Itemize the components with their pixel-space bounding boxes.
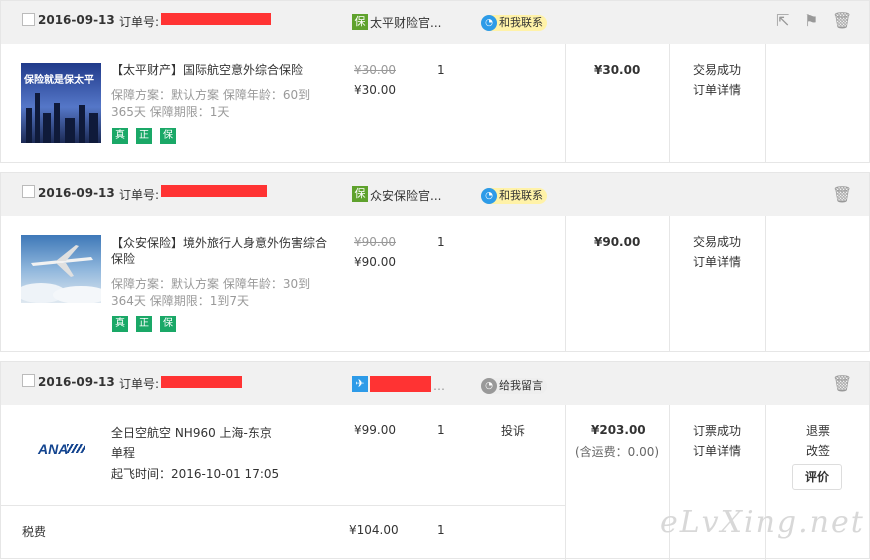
order-number-label: 订单号: [119,15,160,29]
guarantee-badge-icon: 保 [160,316,176,332]
tax-quantity: 1 [437,523,445,537]
product-meta-line: 364天 保障期限：1到7天 [111,294,249,308]
order-date: 2016-09-13 [38,13,115,27]
divider [669,216,670,351]
original-price: ¥90.00 [354,235,396,249]
divider [765,216,766,351]
genuine-badge-icon: 正 [136,128,152,144]
change-ticket-link[interactable]: 改签 [806,442,830,459]
flag-icon[interactable]: ⚑ [804,13,818,29]
shop-name-link[interactable]: 太平财险官... [370,14,441,31]
contact-label: 和我联系 [499,16,543,29]
order-checkbox[interactable] [22,374,35,387]
contact-seller-button[interactable]: ◔ 和我联系 [481,15,547,31]
city-skyline-image [26,93,98,143]
order-number-redacted [161,376,242,388]
order-detail-link[interactable]: 订单详情 [693,442,741,459]
order-number-label: 订单号: [119,377,160,391]
product-title-link[interactable]: 【太平财产】国际航空意外综合保险 [111,61,303,79]
departure-time: 起飞时间：2016-10-01 17:05 [111,467,280,481]
authentic-badge-icon: 真 [112,316,128,332]
order-number-redacted [161,13,271,25]
order-checkbox[interactable] [22,185,35,198]
total-price: ¥90.00 [594,235,641,249]
shipping-fee: (含运费：0.00) [575,445,660,459]
order-date: 2016-09-13 [38,186,115,200]
airline-shop-icon: ✈ [352,376,368,392]
flight-info-link[interactable]: 全日空航空 NH960 上海-东京 [111,424,272,442]
order-status: 订票成功 [693,424,742,438]
shop-icon: 保 [352,14,368,30]
order-date: 2016-09-13 [38,375,115,389]
quantity: 1 [437,235,445,249]
tax-price: ¥104.00 [349,523,399,537]
total-price: ¥30.00 [594,63,641,77]
unit-price: ¥99.00 [354,423,396,437]
genuine-badge-icon: 正 [136,316,152,332]
review-button[interactable]: 评价 [792,464,842,490]
contact-seller-button[interactable]: ◔ 和我联系 [481,188,547,204]
unit-price: ¥30.00 [354,83,396,97]
quantity: 1 [437,423,445,437]
shop-name-link[interactable]: 众安保险官... [370,187,441,204]
guarantee-badge-icon: 保 [160,128,176,144]
leave-message-button[interactable]: ◔ 给我留言 [481,378,547,394]
divider [565,44,566,162]
order-number-label: 订单号: [119,188,160,202]
contact-label: 和我联系 [499,189,543,202]
order-detail-link[interactable]: 订单详情 [693,253,741,270]
shop-name-ellipsis: … [433,379,445,393]
divider [669,44,670,162]
order-card: 2016-09-13 订单号: 保 众安保险官... ◔ 和我联系 🗑 【众安保… [0,172,870,352]
complaint-link[interactable]: 投诉 [501,422,525,439]
divider [565,405,566,560]
authentic-badge-icon: 真 [112,128,128,144]
product-title-link[interactable]: 【众安保险】境外旅行人身意外伤害综合 [111,234,327,252]
trash-icon[interactable]: 🗑 [832,187,852,203]
unit-price: ¥90.00 [354,255,396,269]
total-price: ¥203.00 [591,423,646,437]
site-watermark: eLvXing.net [660,505,865,540]
product-title-link[interactable]: 保险 [111,250,135,268]
message-label: 给我留言 [499,379,543,392]
product-thumbnail[interactable]: 保险就是保太平 [21,63,101,143]
chat-icon: ◔ [481,15,497,31]
tax-row-divider [1,505,565,506]
order-detail-link[interactable]: 订单详情 [693,81,741,98]
chat-icon: ◔ [481,188,497,204]
order-checkbox[interactable] [22,13,35,26]
order-status: 交易成功 [693,235,742,249]
divider [565,216,566,351]
trash-icon[interactable]: 🗑 [832,13,852,29]
refund-link[interactable]: 退票 [806,422,830,439]
shop-name-redacted [370,376,431,392]
ana-logo-stripes [67,444,85,453]
quantity: 1 [437,63,445,77]
product-meta-line: 365天 保障期限：1天 [111,105,230,119]
product-thumbnail[interactable] [21,235,101,303]
divider [765,44,766,162]
ana-logo: ANA [38,441,69,457]
original-price: ¥30.00 [354,63,396,77]
order-card: 2016-09-13 订单号: 保 太平财险官... ◔ 和我联系 ⇱ ⚑ 🗑 … [0,0,870,163]
order-status: 交易成功 [693,63,742,77]
share-icon[interactable]: ⇱ [776,13,789,29]
shop-icon: 保 [352,186,368,202]
trip-type: 单程 [111,446,136,460]
chat-icon: ◔ [481,378,497,394]
tax-label: 税费 [22,525,47,539]
trash-icon[interactable]: 🗑 [832,376,852,392]
order-number-redacted [161,185,267,197]
airplane-image [21,245,101,303]
